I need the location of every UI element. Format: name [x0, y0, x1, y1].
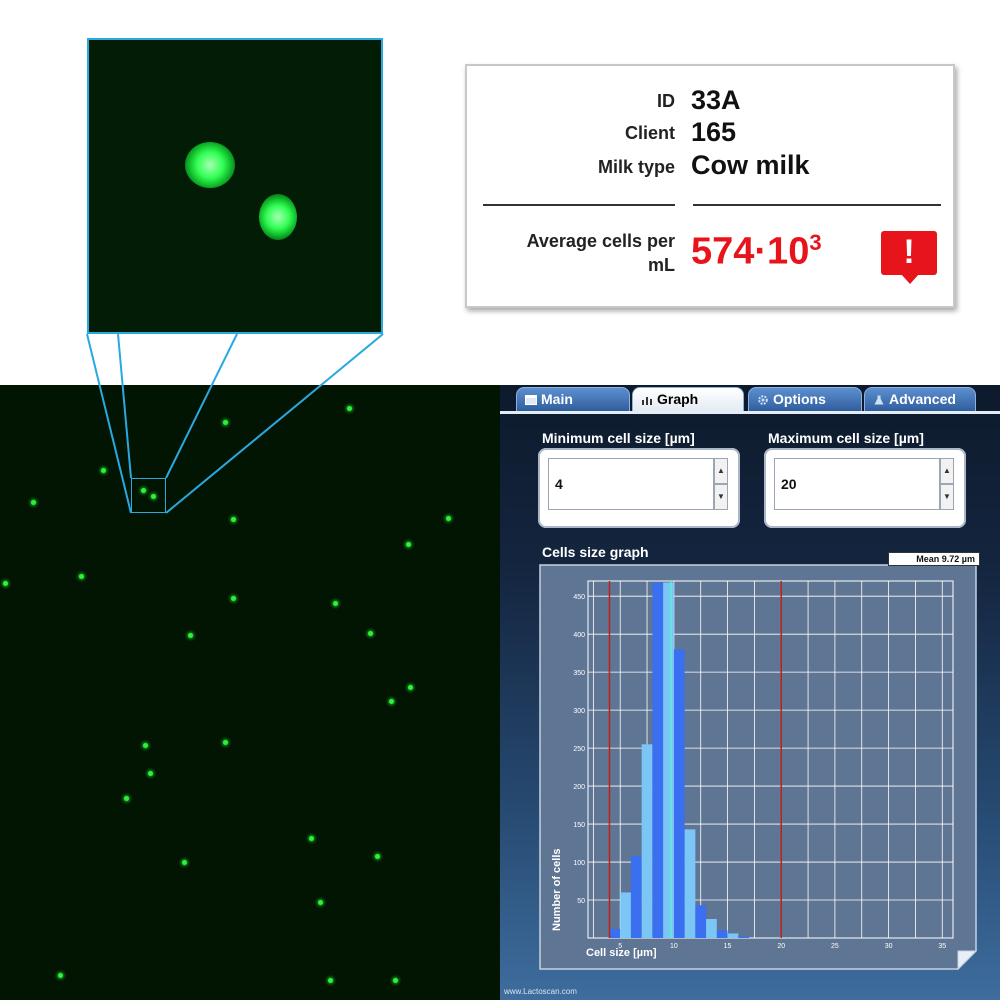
- y-tick-label: 50: [577, 898, 585, 905]
- histogram-bar: [706, 919, 717, 938]
- fluorescent-cell: [309, 836, 314, 841]
- histogram-bar: [673, 649, 685, 938]
- y-tick-label: 200: [573, 784, 585, 791]
- id-value: 33A: [691, 85, 741, 115]
- fluorescent-cell: [318, 900, 323, 905]
- fluorescent-cell: [368, 631, 373, 636]
- graph-page-curl: [957, 950, 978, 971]
- fluorescent-cell: [347, 406, 352, 411]
- fluorescent-cell: [31, 500, 36, 505]
- y-tick-label: 100: [573, 860, 585, 867]
- zoomed-cell: [185, 142, 235, 188]
- fluorescent-cell: [333, 601, 338, 606]
- fluorescent-cell: [148, 771, 153, 776]
- y-tick-label: 450: [573, 594, 585, 601]
- histogram-bar: [727, 933, 739, 938]
- average-cells-label: Average cells per mL: [487, 229, 675, 277]
- y-tick-label: 250: [573, 746, 585, 753]
- histogram-bar: [684, 829, 696, 938]
- x-tick-label: 10: [670, 943, 678, 950]
- alert-glyph: !: [903, 233, 915, 271]
- average-cells-label-line2: mL: [648, 255, 675, 275]
- id-label: ID: [657, 91, 675, 111]
- x-tick-label: 25: [831, 943, 839, 950]
- y-tick-label: 150: [573, 822, 585, 829]
- milk-type-label: Milk type: [597, 157, 675, 177]
- cells-size-graph: 501001502002503003504004505 10 15 20 25 30 35 …: [539, 564, 978, 971]
- fluorescent-cell: [58, 973, 63, 978]
- histogram-bar: [641, 744, 653, 938]
- fluorescent-cell: [406, 542, 411, 547]
- average-cells-value: 574·103: [691, 230, 822, 274]
- divider-right: [693, 204, 941, 206]
- fluorescent-cell: [231, 517, 236, 522]
- mean-size-badge: Mean 9.72 µm: [888, 552, 980, 566]
- microscope-field: [0, 385, 500, 1000]
- x-tick-label: 35: [938, 943, 946, 950]
- sample-info-card: ID 33A Client 165 Milk type Cow milk Ave…: [465, 64, 955, 308]
- y-axis-label: Number of cells: [551, 848, 563, 931]
- histogram-bar: [716, 930, 728, 938]
- fluorescent-cell: [143, 743, 148, 748]
- analyzer-app-panel: Main Graph Options Advanced Minimum cell…: [500, 385, 1000, 1000]
- fluorescent-cell: [3, 581, 8, 586]
- fluorescent-cell: [223, 420, 228, 425]
- average-cells-label-line1: Average cells per: [526, 231, 675, 251]
- average-cells-value-base: 574·10: [691, 230, 810, 273]
- fluorescent-cell: [408, 685, 413, 690]
- fluorescent-cell: [124, 796, 129, 801]
- histogram-bar: [695, 905, 707, 938]
- x-axis-label: Cell size [µm]: [586, 947, 657, 959]
- zoomed-cell: [259, 194, 297, 240]
- fluorescent-cell: [328, 978, 333, 983]
- x-tick-label: 30: [885, 943, 893, 950]
- histogram-bar: [663, 582, 674, 938]
- fluorescent-cell: [223, 740, 228, 745]
- histogram-bar: [652, 582, 664, 938]
- fluorescent-cell: [375, 854, 380, 859]
- milk-type-value: Cow milk: [691, 150, 810, 180]
- fluorescent-cell: [188, 633, 193, 638]
- x-tick-label: 15: [724, 943, 732, 950]
- fluorescent-cell: [182, 860, 187, 865]
- client-value: 165: [691, 117, 737, 147]
- client-label: Client: [624, 123, 675, 143]
- zoom-region-box: [131, 478, 166, 513]
- divider-left: [483, 204, 675, 206]
- fluorescent-cell: [389, 699, 394, 704]
- zoom-inset: [87, 38, 383, 334]
- histogram-bar: [620, 892, 631, 938]
- fluorescent-cell: [79, 574, 84, 579]
- fluorescent-cell: [101, 468, 106, 473]
- footer-url[interactable]: www.Lactoscan.com: [504, 987, 577, 996]
- histogram-bar: [630, 855, 642, 938]
- y-tick-label: 400: [573, 632, 585, 639]
- fluorescent-cell: [446, 516, 451, 521]
- fluorescent-cell: [393, 978, 398, 983]
- histogram-bar: [738, 936, 750, 938]
- x-tick-label: 20: [777, 943, 785, 950]
- fluorescent-cell: [231, 596, 236, 601]
- y-tick-label: 350: [573, 670, 585, 677]
- average-cells-exponent: 3: [809, 230, 822, 255]
- exclamation-alert-icon: !: [881, 231, 937, 284]
- y-tick-label: 300: [573, 708, 585, 715]
- histogram-bar: [609, 928, 621, 938]
